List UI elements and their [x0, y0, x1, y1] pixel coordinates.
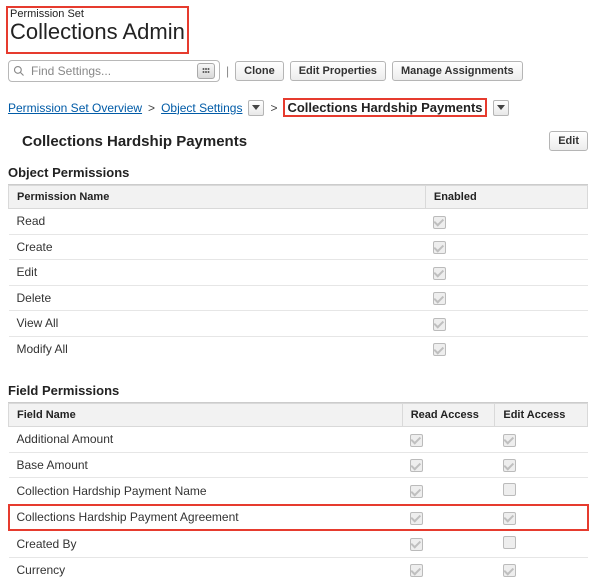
- permission-name-cell: Read: [9, 209, 426, 235]
- enabled-cell: [425, 234, 587, 260]
- field-name-cell: Base Amount: [9, 452, 403, 478]
- table-row: Additional Amount: [9, 427, 588, 453]
- object-permissions-table: Permission Name Enabled ReadCreateEditDe…: [8, 185, 588, 361]
- table-row: View All: [9, 311, 588, 337]
- permission-name-cell: View All: [9, 311, 426, 337]
- checkbox-icon: [433, 267, 446, 280]
- read-access-cell: [402, 452, 495, 478]
- table-row: Collections Hardship Payment Agreement: [9, 505, 588, 531]
- toolbar: | Clone Edit Properties Manage Assignmen…: [8, 60, 588, 82]
- table-row: Edit: [9, 260, 588, 286]
- checkbox-icon: [410, 538, 423, 551]
- section-title: Collections Hardship Payments: [8, 133, 247, 150]
- edit-button[interactable]: Edit: [549, 131, 588, 151]
- enabled-cell: [425, 285, 587, 311]
- checkbox-icon: [410, 564, 423, 577]
- object-settings-dropdown[interactable]: [248, 100, 264, 116]
- table-row: Collection Hardship Payment Name: [9, 478, 588, 505]
- table-row: Create: [9, 234, 588, 260]
- toolbar-separator: |: [226, 64, 229, 78]
- field-name-cell: Currency: [9, 557, 403, 582]
- manage-assignments-button[interactable]: Manage Assignments: [392, 61, 523, 81]
- read-access-cell: [402, 530, 495, 557]
- edit-access-cell: [495, 505, 588, 531]
- breadcrumb-current: Collections Hardship Payments: [287, 100, 482, 115]
- enabled-cell: [425, 260, 587, 286]
- col-permission-name: Permission Name: [9, 186, 426, 209]
- table-row: Delete: [9, 285, 588, 311]
- chevron-down-icon: [497, 105, 505, 110]
- checkbox-icon: [503, 512, 516, 525]
- checkbox-icon: [410, 485, 423, 498]
- checkbox-icon: [433, 318, 446, 331]
- edit-access-cell: [495, 478, 588, 505]
- read-access-cell: [402, 557, 495, 582]
- edit-access-cell: [495, 427, 588, 453]
- dots-icon: [202, 67, 210, 75]
- permission-name-cell: Create: [9, 234, 426, 260]
- edit-properties-button[interactable]: Edit Properties: [290, 61, 386, 81]
- read-access-cell: [402, 478, 495, 505]
- col-edit-access: Edit Access: [495, 404, 588, 427]
- search-go-button[interactable]: [197, 63, 215, 79]
- checkbox-icon: [503, 434, 516, 447]
- edit-access-cell: [495, 452, 588, 478]
- table-row: Read: [9, 209, 588, 235]
- clone-button[interactable]: Clone: [235, 61, 284, 81]
- checkbox-icon: [410, 434, 423, 447]
- permission-name-cell: Modify All: [9, 336, 426, 361]
- edit-access-cell: [495, 557, 588, 582]
- object-permissions-title: Object Permissions: [8, 161, 588, 185]
- checkbox-icon: [503, 536, 516, 549]
- checkbox-icon: [503, 564, 516, 577]
- checkbox-icon: [410, 512, 423, 525]
- enabled-cell: [425, 209, 587, 235]
- search-box[interactable]: [8, 60, 220, 82]
- checkbox-icon: [503, 459, 516, 472]
- checkbox-icon: [433, 216, 446, 229]
- col-enabled: Enabled: [425, 186, 587, 209]
- read-access-cell: [402, 505, 495, 531]
- permission-name-cell: Delete: [9, 285, 426, 311]
- checkbox-icon: [503, 483, 516, 496]
- table-row: Created By: [9, 530, 588, 557]
- enabled-cell: [425, 336, 587, 361]
- field-name-cell: Additional Amount: [9, 427, 403, 453]
- breadcrumb-overview-link[interactable]: Permission Set Overview: [8, 101, 142, 115]
- table-row: Base Amount: [9, 452, 588, 478]
- field-name-cell: Created By: [9, 530, 403, 557]
- table-row: Modify All: [9, 336, 588, 361]
- enabled-cell: [425, 311, 587, 337]
- col-field-name: Field Name: [9, 404, 403, 427]
- edit-access-cell: [495, 530, 588, 557]
- section-header: Collections Hardship Payments Edit: [8, 131, 588, 151]
- search-input[interactable]: [29, 63, 197, 79]
- table-row: Currency: [9, 557, 588, 582]
- breadcrumb: Permission Set Overview > Object Setting…: [8, 98, 588, 117]
- breadcrumb-sep: >: [148, 101, 155, 115]
- chevron-down-icon: [252, 105, 260, 110]
- checkbox-icon: [433, 292, 446, 305]
- breadcrumb-sep: >: [270, 101, 277, 115]
- field-permissions-title: Field Permissions: [8, 379, 588, 403]
- permission-name-cell: Edit: [9, 260, 426, 286]
- current-dropdown[interactable]: [493, 100, 509, 116]
- checkbox-icon: [410, 459, 423, 472]
- field-permissions-table: Field Name Read Access Edit Access Addit…: [8, 403, 588, 582]
- read-access-cell: [402, 427, 495, 453]
- search-icon: [13, 65, 25, 77]
- field-name-cell: Collections Hardship Payment Agreement: [9, 505, 403, 531]
- checkbox-icon: [433, 343, 446, 356]
- col-read-access: Read Access: [402, 404, 495, 427]
- page-title: Collections Admin: [10, 20, 185, 44]
- breadcrumb-object-settings-link[interactable]: Object Settings: [161, 101, 242, 115]
- field-name-cell: Collection Hardship Payment Name: [9, 478, 403, 505]
- checkbox-icon: [433, 241, 446, 254]
